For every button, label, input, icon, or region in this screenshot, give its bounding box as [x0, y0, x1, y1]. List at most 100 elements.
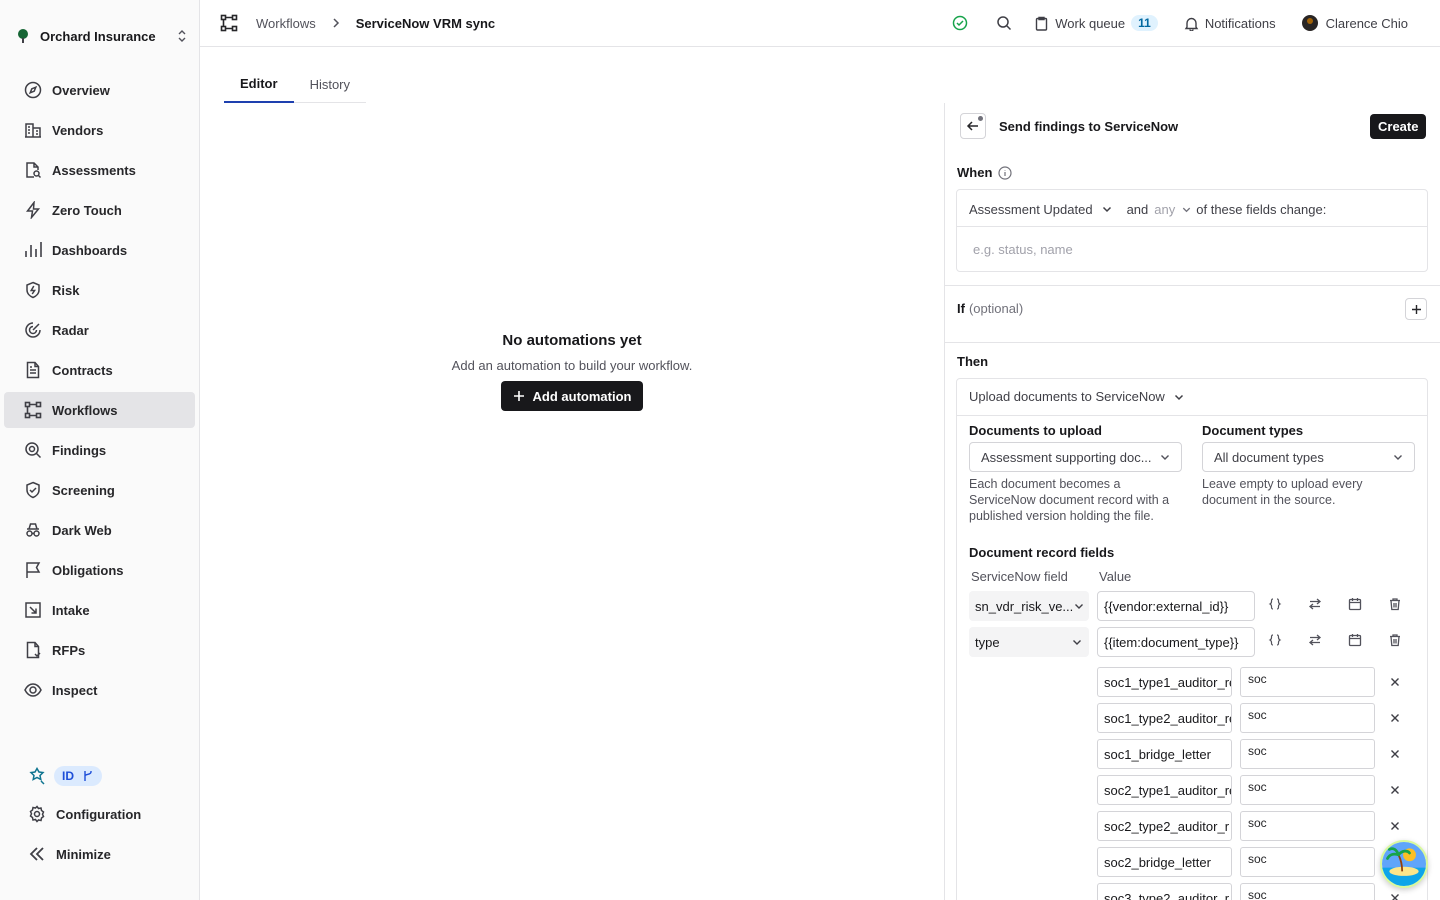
info-icon[interactable] — [998, 165, 1012, 180]
mapping-source-input[interactable]: soc2_type1_auditor_re — [1097, 775, 1232, 805]
mapping-source-input[interactable]: soc1_type1_auditor_re — [1097, 667, 1232, 697]
mapping-target-input[interactable]: soc — [1240, 883, 1375, 900]
sidebar-item-dashboards[interactable]: Dashboards — [4, 232, 195, 268]
sidebar: Orchard Insurance Overview Vendors Asses… — [0, 0, 200, 900]
minimize-button[interactable]: Minimize — [4, 834, 195, 874]
mapping-source-input[interactable]: soc2_type2_auditor_r — [1097, 811, 1232, 841]
mapping-target-input[interactable]: soc — [1240, 739, 1375, 769]
tab-editor[interactable]: Editor — [224, 66, 294, 103]
servicenow-field-select[interactable]: type — [969, 627, 1089, 657]
eye-icon — [24, 683, 42, 697]
document-types-select[interactable]: All document types — [1202, 442, 1415, 472]
sidebar-item-label: Dashboards — [52, 242, 128, 258]
sidebar-item-zero-touch[interactable]: Zero Touch — [4, 192, 195, 228]
trash-icon[interactable] — [1388, 597, 1402, 611]
sparkle-badge-icon — [29, 767, 45, 785]
sidebar-item-findings[interactable]: Findings — [4, 432, 195, 468]
documents-label: Documents to upload — [969, 423, 1102, 438]
mapping-target-input[interactable]: soc — [1240, 703, 1375, 733]
field-value-input[interactable]: {{item:document_type}} — [1097, 627, 1255, 657]
divider — [957, 415, 1427, 416]
configuration-label: Configuration — [56, 806, 142, 822]
sidebar-item-intake[interactable]: Intake — [4, 592, 195, 628]
field-value-input[interactable]: {{vendor:external_id}} — [1097, 591, 1255, 621]
notifications-button[interactable]: Notifications — [1184, 16, 1276, 31]
sidebar-item-rfps[interactable]: RFPs — [4, 632, 195, 668]
breadcrumb: Workflows ServiceNow VRM sync — [220, 12, 495, 34]
field-name: type — [975, 634, 1000, 650]
sidebar-item-assessments[interactable]: Assessments — [4, 152, 195, 188]
sidebar-item-dark-web[interactable]: Dark Web — [4, 512, 195, 548]
sidebar-item-overview[interactable]: Overview — [4, 72, 195, 108]
when-section: When — [957, 165, 1012, 180]
check-circle-icon[interactable] — [952, 15, 968, 31]
mapping-target-input[interactable]: soc — [1240, 775, 1375, 805]
org-name: Orchard Insurance — [40, 28, 156, 44]
close-icon[interactable] — [1390, 713, 1400, 723]
mapping-target-input[interactable]: soc — [1240, 667, 1375, 697]
trigger-select[interactable]: Assessment Updated — [969, 202, 1093, 217]
any-select[interactable]: any — [1154, 202, 1175, 217]
sidebar-item-label: Risk — [52, 282, 80, 298]
documents-select[interactable]: Assessment supporting doc... — [969, 442, 1182, 472]
mapping-target-input[interactable]: soc — [1240, 811, 1375, 841]
swap-icon[interactable] — [1308, 597, 1322, 611]
trash-icon[interactable] — [1388, 633, 1402, 647]
braces-icon[interactable] — [1268, 597, 1282, 611]
close-icon[interactable] — [1390, 677, 1400, 687]
configuration-link[interactable]: Configuration — [4, 794, 195, 834]
clipboard-icon — [1036, 16, 1048, 31]
mapping-source-input[interactable]: soc2_bridge_letter — [1097, 847, 1232, 877]
work-queue-button[interactable]: Work queue 11 — [1034, 15, 1158, 31]
bar-chart-icon — [25, 242, 42, 257]
close-icon[interactable] — [1390, 785, 1400, 795]
work-queue-count: 11 — [1131, 15, 1158, 31]
mapping-source-input[interactable]: soc3_type2_auditor_r — [1097, 883, 1232, 900]
documents-value: Assessment supporting doc... — [981, 449, 1152, 465]
sidebar-item-radar[interactable]: Radar — [4, 312, 195, 348]
swap-icon[interactable] — [1308, 633, 1322, 647]
user-menu[interactable]: Clarence Chio — [1301, 15, 1408, 31]
mapping-source-input[interactable]: soc1_bridge_letter — [1097, 739, 1232, 769]
back-button[interactable] — [960, 113, 986, 139]
servicenow-field-select[interactable]: sn_vdr_risk_ve... — [969, 591, 1089, 621]
add-automation-button[interactable]: Add automation — [500, 381, 644, 411]
close-icon[interactable] — [1390, 749, 1400, 759]
id-badge[interactable]: ID — [54, 766, 102, 786]
search-icon[interactable] — [996, 15, 1012, 31]
sidebar-item-label: Overview — [52, 82, 110, 98]
calendar-icon[interactable] — [1348, 633, 1362, 647]
document-types-value: All document types — [1214, 449, 1324, 465]
sidebar-item-obligations[interactable]: Obligations — [4, 552, 195, 588]
action-select[interactable]: Upload documents to ServiceNow — [969, 389, 1185, 404]
work-queue-label: Work queue — [1055, 15, 1126, 31]
breadcrumb-current: ServiceNow VRM sync — [355, 15, 496, 31]
sidebar-item-screening[interactable]: Screening — [4, 472, 195, 508]
braces-icon[interactable] — [1268, 633, 1282, 647]
magnifier-icon — [25, 442, 42, 459]
tab-history[interactable]: History — [294, 66, 366, 102]
sidebar-item-label: Inspect — [52, 682, 98, 698]
empty-title: No automations yet — [502, 332, 642, 349]
breadcrumb-workflows[interactable]: Workflows — [256, 16, 316, 31]
sidebar-item-risk[interactable]: Risk — [4, 272, 195, 308]
sidebar-item-workflows[interactable]: Workflows — [4, 392, 195, 428]
close-icon[interactable] — [1390, 821, 1400, 831]
file-icon — [26, 641, 41, 659]
sidebar-item-contracts[interactable]: Contracts — [4, 352, 195, 388]
org-switcher[interactable]: Orchard Insurance — [12, 22, 188, 50]
sidebar-item-vendors[interactable]: Vendors — [4, 112, 195, 148]
create-button[interactable]: Create — [1370, 114, 1427, 139]
mapping-source-input[interactable]: soc1_type2_auditor_re — [1097, 703, 1232, 733]
action-value: Upload documents to ServiceNow — [969, 389, 1165, 404]
assistant-launcher-button[interactable] — [1380, 840, 1428, 888]
calendar-icon[interactable] — [1348, 597, 1362, 611]
close-icon[interactable] — [1390, 893, 1400, 900]
add-condition-button[interactable] — [1405, 298, 1427, 320]
mapping-target-input[interactable]: soc — [1240, 847, 1375, 877]
notifications-label: Notifications — [1204, 15, 1276, 31]
sidebar-item-inspect[interactable]: Inspect — [4, 672, 195, 708]
top-bar: Workflows ServiceNow VRM sync Work queue… — [200, 0, 1440, 47]
fields-input[interactable]: e.g. status, name — [973, 242, 1073, 257]
integration-badges[interactable]: ID — [4, 758, 195, 794]
